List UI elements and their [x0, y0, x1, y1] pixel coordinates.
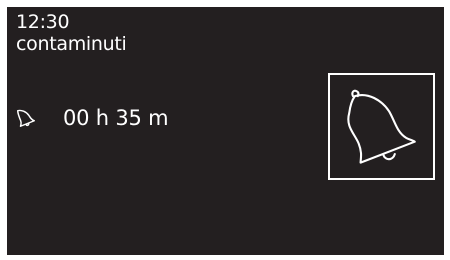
bell-icon	[17, 109, 35, 127]
bell-icon	[347, 89, 416, 164]
clock-time: 12:30	[16, 11, 70, 33]
display-screen: 12:30 contaminuti 00 h 35 m	[7, 7, 444, 255]
timer-row[interactable]: 00 h 35 m	[15, 103, 169, 133]
mode-title: contaminuti	[16, 33, 127, 55]
bell-button[interactable]	[328, 73, 435, 180]
timer-value: 00 h 35 m	[63, 106, 169, 130]
